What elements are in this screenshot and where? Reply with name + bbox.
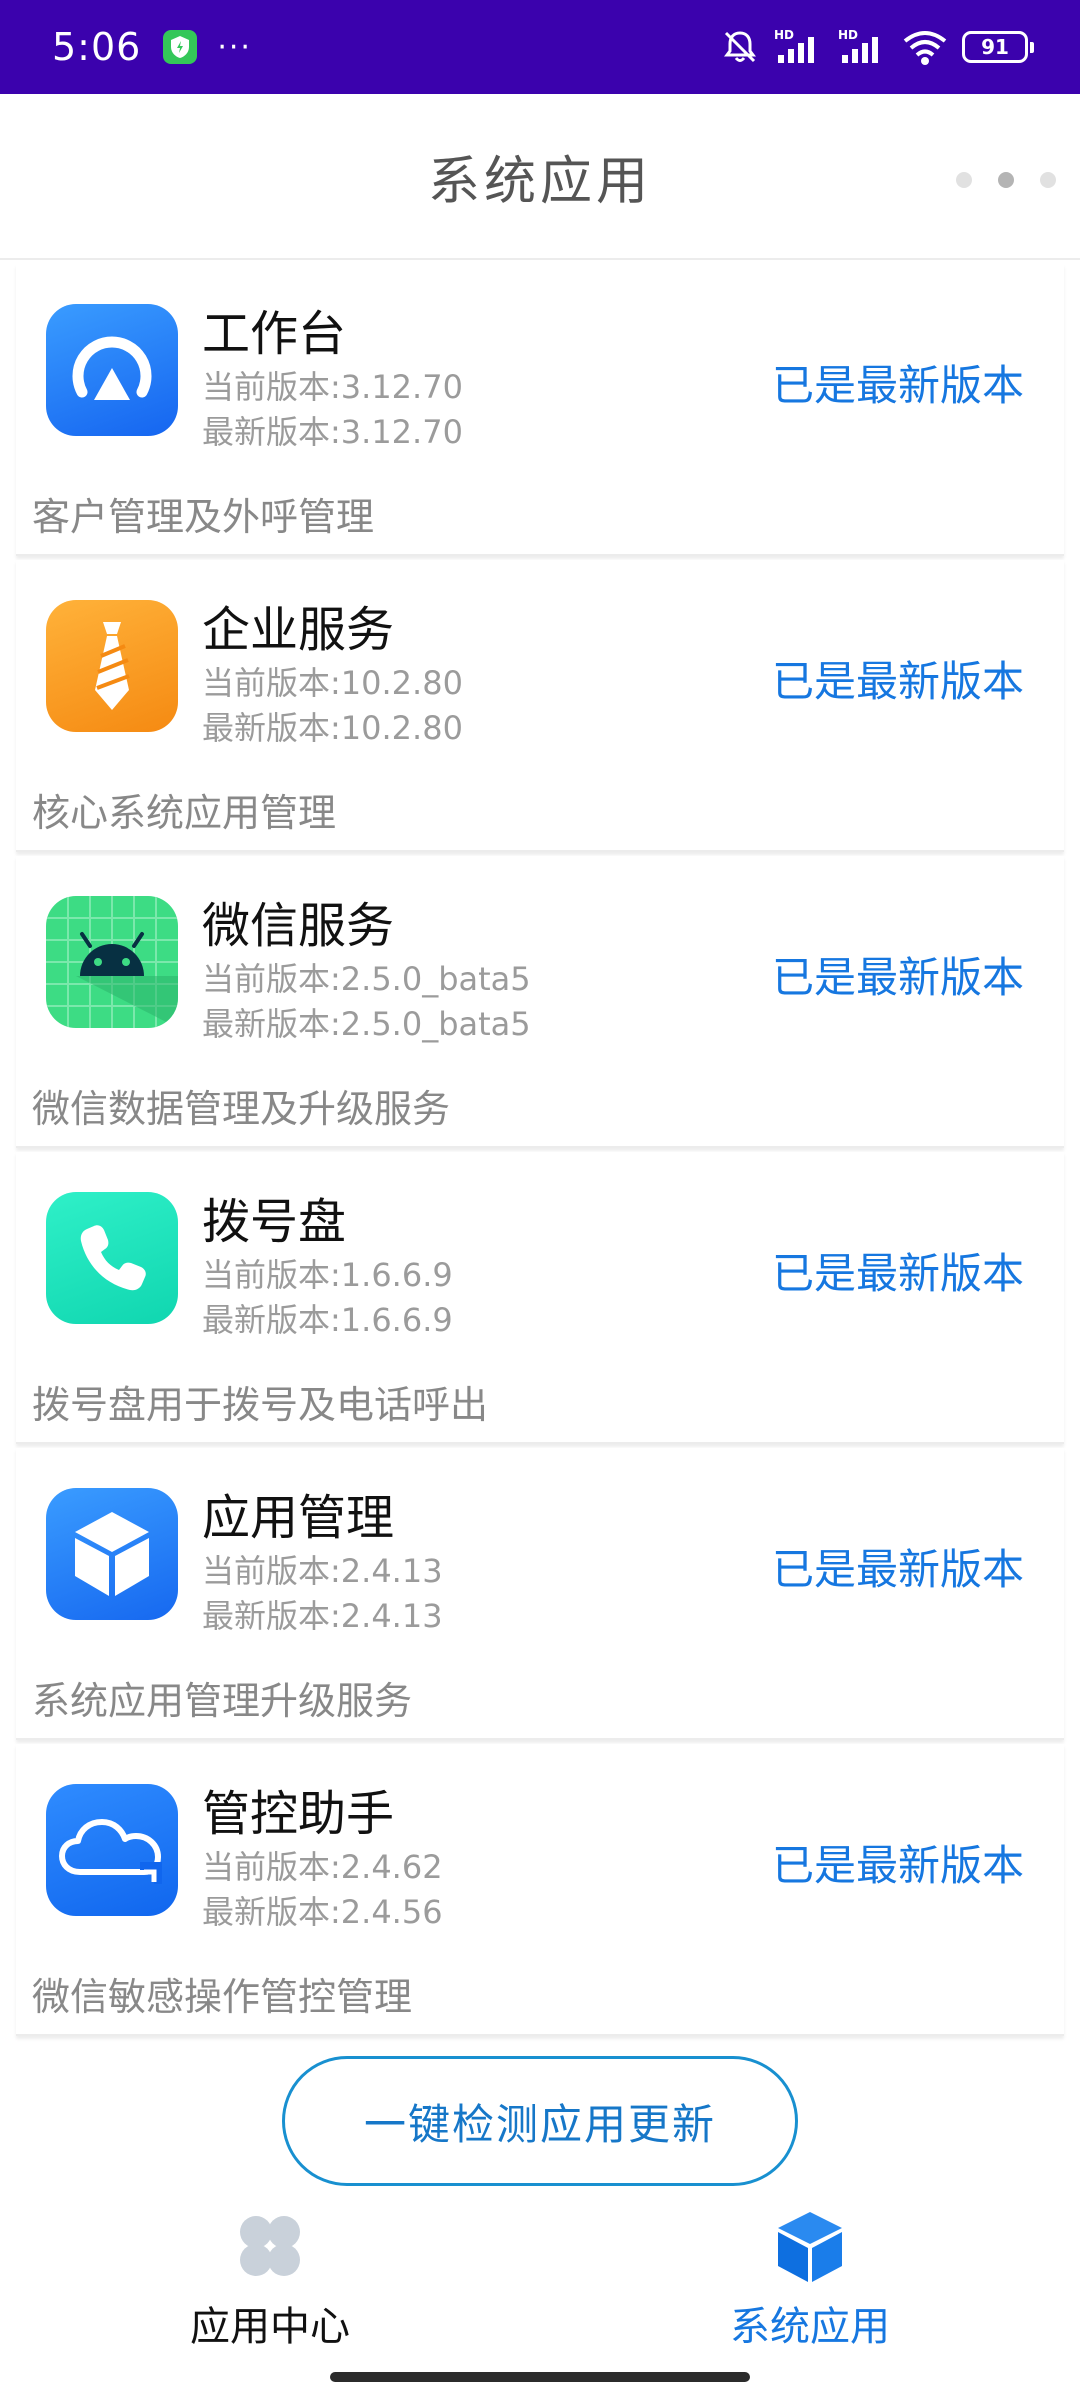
current-version: 当前版本:2.4.13 [202,1552,443,1590]
phone-icon [46,1192,178,1324]
wifi-icon [902,27,948,67]
app-name: 管控助手 [202,1786,395,1842]
nav-label-app-center: 应用中心 [190,2304,350,2350]
update-status-button[interactable]: 已是最新版本 [772,1832,1024,1893]
current-version: 当前版本:2.5.0_bata5 [202,960,531,998]
home-indicator[interactable] [330,2372,750,2382]
update-status-button[interactable]: 已是最新版本 [772,1536,1024,1597]
app-card-control-assistant[interactable]: 管控助手 当前版本:2.4.62 最新版本:2.4.56 已是最新版本 微信敏感… [16,1744,1064,2036]
app-name: 企业服务 [202,602,395,658]
update-status-button[interactable]: 已是最新版本 [772,944,1024,1005]
current-version: 当前版本:3.12.70 [202,368,463,406]
app-description: 系统应用管理升级服务 [32,1679,413,1723]
status-right-group: HD HD 91 [720,27,1034,67]
latest-version: 最新版本:2.4.56 [202,1893,443,1931]
latest-version: 最新版本:1.6.6.9 [202,1301,453,1339]
svg-text:HD: HD [838,28,858,42]
status-more-indicator: ··· [217,29,252,65]
latest-version: 最新版本:10.2.80 [202,709,463,747]
page-dot [1040,172,1056,188]
app-name: 工作台 [202,306,347,362]
app-description: 拨号盘用于拨号及电话呼出 [32,1383,489,1427]
app-card-workbench[interactable]: 工作台 当前版本:3.12.70 最新版本:3.12.70 已是最新版本 客户管… [16,264,1064,556]
app-card-wechat-service[interactable]: 微信服务 当前版本:2.5.0_bata5 最新版本:2.5.0_bata5 已… [16,856,1064,1148]
workbench-icon [46,304,178,436]
system-apps-cube-icon [778,2212,842,2282]
app-description: 微信敏感操作管控管理 [32,1975,413,2019]
app-description: 核心系统应用管理 [32,791,337,835]
bottom-nav: 应用中心 系统应用 [0,2200,1080,2400]
app-card-enterprise-service[interactable]: 企业服务 当前版本:10.2.80 最新版本:10.2.80 已是最新版本 核心… [16,560,1064,852]
app-description: 客户管理及外呼管理 [32,495,375,539]
current-version: 当前版本:1.6.6.9 [202,1256,453,1294]
latest-version: 最新版本:3.12.70 [202,413,463,451]
cube-icon [46,1488,178,1620]
page-title: 系统应用 [427,151,652,212]
app-name: 微信服务 [202,898,395,954]
svg-text:HD: HD [774,28,794,42]
page-header: 系统应用 [0,94,1080,260]
update-status-button[interactable]: 已是最新版本 [772,1240,1024,1301]
system-app-list: 工作台 当前版本:3.12.70 最新版本:3.12.70 已是最新版本 客户管… [16,264,1064,2040]
status-time: 5:06 [52,25,142,69]
page-dot-active [998,172,1014,188]
cloud-icon [46,1784,178,1916]
current-version: 当前版本:10.2.80 [202,664,463,702]
current-version: 当前版本:2.4.62 [202,1848,443,1886]
latest-version: 最新版本:2.4.13 [202,1597,443,1635]
bell-muted-icon [720,27,760,67]
status-bar: 5:06 ··· HD HD 91 [0,0,1080,94]
nav-item-app-center[interactable]: 应用中心 [120,2200,420,2352]
tie-icon [46,600,178,732]
update-status-button[interactable]: 已是最新版本 [772,648,1024,709]
check-updates-button[interactable]: 一键检测应用更新 [282,2056,798,2186]
nav-label-system-apps: 系统应用 [730,2304,890,2350]
app-card-dialer[interactable]: 拨号盘 当前版本:1.6.6.9 最新版本:1.6.6.9 已是最新版本 拨号盘… [16,1152,1064,1444]
cellular-signal-2-icon: HD [838,27,888,67]
app-name: 拨号盘 [202,1194,347,1250]
nav-item-system-apps[interactable]: 系统应用 [660,2200,960,2352]
battery-indicator: 91 [962,31,1034,63]
latest-version: 最新版本:2.5.0_bata5 [202,1005,531,1043]
update-status-button[interactable]: 已是最新版本 [772,352,1024,413]
app-description: 微信数据管理及升级服务 [32,1087,451,1131]
app-card-app-management[interactable]: 应用管理 当前版本:2.4.13 最新版本:2.4.13 已是最新版本 系统应用… [16,1448,1064,1740]
app-center-icon [240,2216,300,2276]
security-shield-icon [163,30,198,64]
page-dot [956,172,972,188]
app-name: 应用管理 [202,1490,395,1546]
page-indicator-dots [956,172,1056,188]
android-icon [46,896,178,1028]
cellular-signal-1-icon: HD [774,27,824,67]
